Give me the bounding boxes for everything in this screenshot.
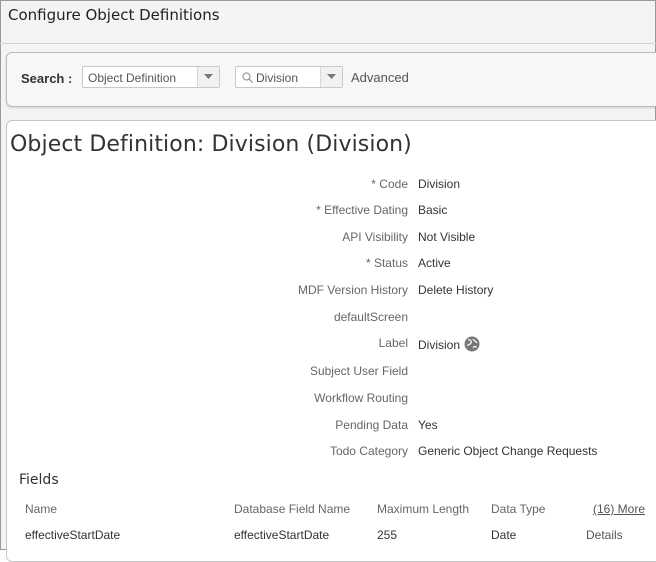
field-name-cell: effectiveStartDate	[25, 528, 121, 542]
object-type-select-value: Object Definition	[88, 71, 177, 85]
search-panel: Search : Object Definition Division Adva…	[6, 52, 656, 107]
search-label: Search :	[21, 71, 73, 86]
property-label: * Status	[365, 256, 408, 270]
property-row-code: * Code Division	[0, 177, 656, 197]
chevron-down-icon	[327, 74, 336, 79]
field-data-type-cell: Date	[491, 528, 517, 542]
property-label: * Effective Dating	[316, 203, 408, 217]
property-value: Generic Object Change Requests	[418, 444, 598, 458]
property-row-api-visibility: API Visibility Not Visible	[0, 230, 656, 250]
property-value: Yes	[418, 418, 438, 432]
column-header-database-field-name: Database Field Name	[234, 502, 351, 516]
field-details-link[interactable]: Details	[586, 528, 623, 542]
property-row-todo-category: Todo Category Generic Object Change Requ…	[0, 444, 656, 464]
page-title: Configure Object Definitions	[8, 6, 220, 24]
object-type-dropdown-button[interactable]	[197, 67, 219, 87]
property-label: MDF Version History	[297, 283, 408, 297]
column-header-maximum-length: Maximum Length	[377, 502, 470, 516]
object-definition-title: Object Definition: Division (Division)	[10, 132, 412, 157]
search-icon	[242, 72, 253, 83]
property-label: Pending Data	[335, 418, 408, 432]
property-label: defaultScreen	[333, 310, 408, 324]
property-row-workflow-routing: Workflow Routing	[0, 391, 656, 411]
fields-heading: Fields	[19, 472, 59, 488]
object-instance-select[interactable]: Division	[235, 66, 343, 88]
property-label: API Visibility	[342, 230, 408, 244]
property-label: Label	[378, 336, 408, 350]
column-header-name: Name	[25, 502, 58, 516]
property-value: Delete History	[418, 283, 494, 297]
globe-icon[interactable]	[464, 336, 480, 352]
advanced-search-link[interactable]: Advanced	[351, 70, 409, 85]
object-instance-dropdown-button[interactable]	[320, 67, 342, 87]
property-label: * Code	[371, 177, 408, 191]
property-row-effective-dating: * Effective Dating Basic	[0, 203, 656, 223]
title-divider	[0, 43, 656, 44]
property-value: Division	[418, 177, 461, 191]
property-row-status: * Status Active	[0, 256, 656, 276]
property-row-default-screen: defaultScreen	[0, 310, 656, 330]
property-value: Active	[418, 256, 451, 270]
more-fields-link[interactable]: (16) More	[593, 502, 645, 516]
property-label: Workflow Routing	[314, 391, 408, 405]
object-instance-select-value: Division	[256, 71, 299, 85]
field-db-name-cell: effectiveStartDate	[234, 528, 330, 542]
property-row-pending-data: Pending Data Yes	[0, 418, 656, 438]
label-value-text: Division	[418, 338, 461, 352]
field-max-length-cell: 255	[377, 528, 398, 542]
object-type-select[interactable]: Object Definition	[82, 66, 220, 88]
property-label: Todo Category	[329, 444, 408, 458]
chevron-down-icon	[204, 74, 213, 79]
column-header-data-type: Data Type	[491, 502, 546, 516]
property-label: Subject User Field	[309, 364, 408, 378]
property-value-label: Division	[418, 336, 480, 352]
property-value: Not Visible	[418, 230, 476, 244]
property-value: Basic	[418, 203, 448, 217]
property-row-label: Label Division	[0, 336, 656, 356]
property-row-mdf-version-history: MDF Version History Delete History	[0, 283, 656, 303]
property-row-subject-user-field: Subject User Field	[0, 364, 656, 384]
